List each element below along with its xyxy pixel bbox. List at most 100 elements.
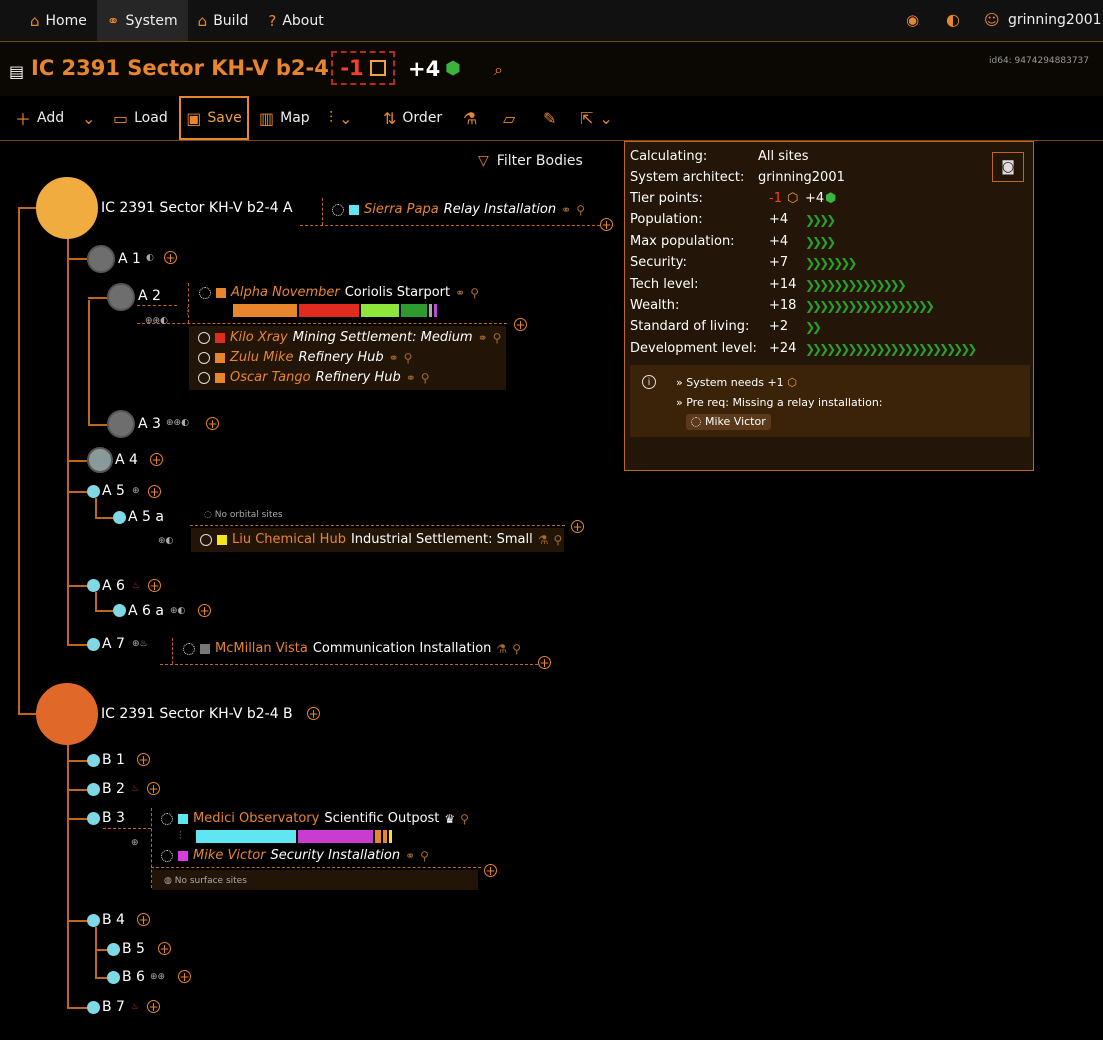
add-site-icon[interactable]: + [147, 1000, 160, 1013]
add-site-icon[interactable]: + [147, 782, 160, 795]
planet-a7[interactable] [87, 638, 100, 651]
flask-button[interactable]: ⚗ [463, 96, 477, 140]
screenshot-button[interactable]: ◙ [992, 152, 1024, 182]
add-site-icon[interactable]: + [164, 251, 177, 264]
pin-icon[interactable]: ⚲ [404, 351, 413, 365]
moon-b5[interactable] [107, 943, 120, 956]
planet-a5[interactable] [87, 485, 100, 498]
site-mike-victor[interactable]: Mike Victor Security Installation ⚭ ⚲ [161, 848, 429, 863]
share-button[interactable]: ⇱ ⌄ [580, 96, 613, 140]
site-kilo-xray[interactable]: Kilo Xray Mining Settlement: Medium ⚭ ⚲ [198, 330, 501, 345]
pin-icon[interactable]: ⚲ [576, 203, 585, 217]
user-name[interactable]: grinning2001 [1008, 12, 1102, 28]
planet-a1[interactable] [87, 245, 115, 273]
add-site-icon[interactable]: + [307, 707, 320, 720]
moon-a6a-label[interactable]: A 6 a [128, 603, 164, 619]
user-icon[interactable]: ☺ [984, 11, 1000, 29]
moon-b5-label[interactable]: B 5 [122, 941, 145, 957]
add-dropdown[interactable]: ⌄ [82, 96, 95, 140]
add-button[interactable]: ＋ Add [15, 96, 64, 140]
add-site-icon[interactable]: + [137, 753, 150, 766]
planet-b3[interactable] [87, 812, 100, 825]
orbital-icon: ◌ [204, 510, 215, 520]
star-a-label[interactable]: IC 2391 Sector KH-V b2-4 A [101, 200, 293, 216]
id64-label[interactable]: id64: 9474294883737 [989, 56, 1089, 66]
planet-a3[interactable] [107, 410, 135, 438]
tier3-box-icon: ⬡ [787, 191, 799, 206]
moon-a5a[interactable] [113, 511, 126, 524]
add-site-icon[interactable]: + [148, 485, 161, 498]
add-site-icon[interactable]: + [158, 942, 171, 955]
planet-a2-label[interactable]: A 2 [138, 288, 161, 304]
planet-a6-label[interactable]: A 6 [102, 578, 125, 594]
planet-b2[interactable] [87, 783, 100, 796]
nav-about[interactable]: ? About [258, 0, 333, 41]
search-icon[interactable]: ⌕ [494, 60, 503, 80]
site-medici-observatory[interactable]: Medici Observatory Scientific Outpost ♛ … [161, 811, 469, 826]
add-site-icon[interactable]: + [600, 218, 613, 231]
planet-b2-label[interactable]: B 2 [102, 781, 125, 797]
calculating-value[interactable]: All sites [758, 149, 809, 164]
site-alpha-november[interactable]: Alpha November Coriolis Starport ⚭ ⚲ [199, 285, 479, 300]
site-zulu-mike[interactable]: Zulu Mike Refinery Hub ⚭ ⚲ [198, 350, 412, 365]
site-oscar-tango[interactable]: Oscar Tango Refinery Hub ⚭ ⚲ [198, 370, 430, 385]
moon-b6-label[interactable]: B 6 [122, 969, 145, 985]
filter-bodies-button[interactable]: ▽ Filter Bodies [478, 153, 583, 169]
load-button[interactable]: ▭ Load [113, 96, 168, 140]
nav-home[interactable]: ⌂ Home [20, 0, 97, 41]
planet-b3-label[interactable]: B 3 [102, 810, 125, 826]
theme-toggle-icon[interactable]: ◐ [946, 10, 960, 29]
add-site-icon[interactable]: + [150, 453, 163, 466]
pin-icon[interactable]: ⚲ [512, 642, 521, 656]
planet-a1-label[interactable]: A 1 [118, 251, 141, 267]
pin-icon[interactable]: ⚲ [554, 533, 563, 547]
pin-icon[interactable]: ⚲ [470, 286, 479, 300]
site-sierra-papa[interactable]: Sierra Papa Relay Installation ⚭ ⚲ [332, 202, 585, 217]
add-site-icon[interactable]: + [484, 864, 497, 877]
planet-b7-label[interactable]: B 7 [102, 999, 125, 1015]
link-icon: ⚭ [477, 330, 488, 345]
planet-a6[interactable] [87, 579, 100, 592]
planet-b1-label[interactable]: B 1 [102, 752, 125, 768]
add-site-icon[interactable]: + [514, 318, 527, 331]
planet-b7[interactable] [87, 1001, 100, 1014]
map-button[interactable]: ▥ Map [259, 96, 310, 140]
pin-icon[interactable]: ⚲ [421, 371, 430, 385]
add-site-icon[interactable]: + [198, 604, 211, 617]
add-site-icon[interactable]: + [538, 656, 551, 669]
pin-icon[interactable]: ⚲ [420, 849, 429, 863]
site-liu-chemical-hub[interactable]: Liu Chemical Hub Industrial Settlement: … [200, 532, 562, 547]
add-site-icon[interactable]: + [178, 970, 191, 983]
star-a[interactable] [36, 177, 98, 239]
add-site-icon[interactable]: + [206, 417, 219, 430]
planet-a2[interactable] [107, 283, 135, 311]
order-button[interactable]: ⇅ Order [383, 96, 442, 140]
planet-b4[interactable] [87, 914, 100, 927]
moon-a6a[interactable] [113, 604, 126, 617]
pin-icon[interactable]: ⚲ [460, 812, 469, 826]
star-b[interactable] [36, 683, 98, 745]
moon-b6[interactable] [107, 971, 120, 984]
add-site-icon[interactable]: + [137, 913, 150, 926]
folder-button[interactable]: ▱ [503, 96, 515, 140]
add-site-icon[interactable]: + [571, 520, 584, 533]
star-b-label[interactable]: IC 2391 Sector KH-V b2-4 B [101, 706, 293, 722]
moon-a5a-label[interactable]: A 5 a [128, 509, 164, 525]
add-site-icon[interactable]: + [148, 579, 161, 592]
prereq-chip-mike-victor[interactable]: Mike Victor [686, 414, 771, 430]
planet-a4-label[interactable]: A 4 [115, 452, 138, 468]
planet-b1[interactable] [87, 754, 100, 767]
planet-a7-label[interactable]: A 7 [102, 636, 125, 652]
save-button[interactable]: ▣ Save [179, 96, 249, 140]
planet-a4[interactable] [87, 447, 113, 473]
edit-button[interactable]: ✎ [543, 96, 556, 140]
nav-system[interactable]: ⚭ System [96, 0, 188, 41]
planet-b4-label[interactable]: B 4 [102, 912, 125, 928]
planet-a3-label[interactable]: A 3 [138, 416, 161, 432]
site-mcmillan-vista[interactable]: McMillan Vista Communication Installatio… [183, 641, 521, 656]
eye-icon[interactable]: ◉ [906, 11, 919, 29]
pin-icon[interactable]: ⚲ [493, 331, 502, 345]
nav-build[interactable]: ⌂ Build [188, 0, 259, 41]
stats-button[interactable]: ⫶ ⌄ [329, 96, 352, 140]
planet-a5-label[interactable]: A 5 [102, 483, 125, 499]
